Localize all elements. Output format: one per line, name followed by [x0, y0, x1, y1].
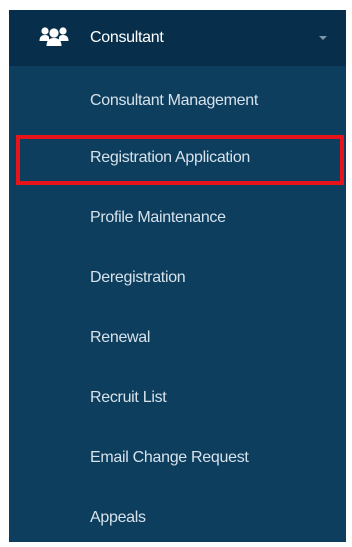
menu-item-label: Appeals [90, 509, 146, 526]
menu-item-label: Deregistration [90, 269, 186, 286]
menu-item-label: Renewal [90, 329, 151, 346]
menu-item-appeals[interactable]: Appeals [9, 498, 346, 538]
menu-item-label: Profile Maintenance [90, 209, 226, 226]
menu-item-email-change-request[interactable]: Email Change Request [9, 438, 346, 478]
users-group-icon [39, 25, 69, 47]
menu-item-label: Consultant Management [90, 92, 259, 109]
menu-item-label: Recruit List [90, 389, 167, 406]
menu-item-label: Email Change Request [90, 449, 249, 466]
caret-down-icon [319, 36, 327, 40]
sidebar-menu: Consultant Consultant Management Registr… [9, 10, 346, 542]
menu-item-recruit-list[interactable]: Recruit List [9, 378, 346, 418]
menu-item-consultant-management[interactable]: Consultant Management [9, 81, 346, 121]
menu-item-profile-maintenance[interactable]: Profile Maintenance [9, 198, 346, 238]
menu-item-registration-application[interactable]: Registration Application [9, 138, 346, 178]
menu-item-label: Registration Application [90, 149, 251, 166]
menu-item-deregistration[interactable]: Deregistration [9, 258, 346, 298]
menu-group-consultant[interactable]: Consultant [9, 10, 346, 66]
menu-item-renewal[interactable]: Renewal [9, 318, 346, 358]
menu-group-label: Consultant [90, 29, 164, 46]
